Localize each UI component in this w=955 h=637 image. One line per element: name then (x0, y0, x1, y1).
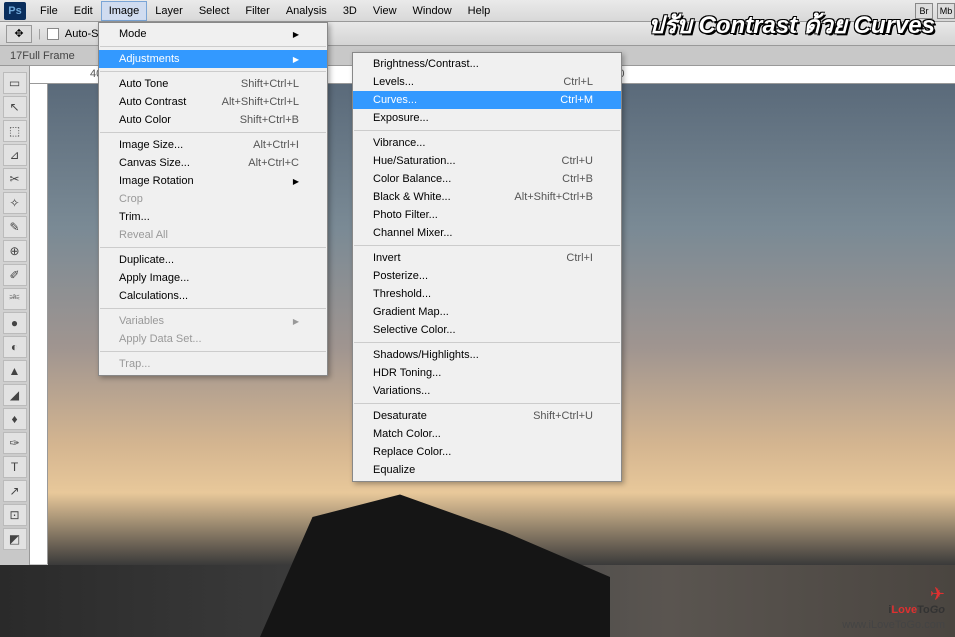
image-menu-item-crop: Crop (99, 190, 327, 208)
tool-17[interactable]: ↗ (3, 480, 27, 502)
image-menu-dropdown: Mode▶Adjustments▶Auto ToneShift+Ctrl+LAu… (98, 22, 328, 376)
adjustments-separator (354, 130, 620, 131)
adjustments-item-equalize[interactable]: Equalize (353, 461, 621, 479)
adjustments-item-desaturate[interactable]: DesaturateShift+Ctrl+U (353, 407, 621, 425)
adjustments-item-invert[interactable]: InvertCtrl+I (353, 249, 621, 267)
tutorial-title-overlay: ปรับ Contrast ด้วย Curves (648, 5, 935, 44)
plane-icon: ✈ (930, 584, 945, 605)
menu-help[interactable]: Help (460, 1, 499, 21)
adjustments-item-levels[interactable]: Levels...Ctrl+L (353, 73, 621, 91)
brand-to: To (917, 604, 930, 616)
menu-select[interactable]: Select (191, 1, 238, 21)
adjustments-item-replace-color[interactable]: Replace Color... (353, 443, 621, 461)
tool-11[interactable]: ◐ (3, 336, 27, 358)
image-menu-item-duplicate[interactable]: Duplicate... (99, 251, 327, 269)
menu-image[interactable]: Image (101, 1, 148, 21)
adjustments-item-posterize[interactable]: Posterize... (353, 267, 621, 285)
tool-14[interactable]: ♦ (3, 408, 27, 430)
app-logo: Ps (4, 2, 26, 20)
auto-select-checkbox[interactable] (47, 28, 59, 40)
adjustments-item-variations[interactable]: Variations... (353, 382, 621, 400)
ruler-vertical (30, 84, 48, 564)
tool-19[interactable]: ◩ (3, 528, 27, 550)
adjustments-item-hdr-toning[interactable]: HDR Toning... (353, 364, 621, 382)
tool-2[interactable]: ⬚ (3, 120, 27, 142)
adjustments-item-channel-mixer[interactable]: Channel Mixer... (353, 224, 621, 242)
tool-4[interactable]: ✂ (3, 168, 27, 190)
menu-3d[interactable]: 3D (335, 1, 365, 21)
menu-edit[interactable]: Edit (66, 1, 101, 21)
adjustments-item-shadows-highlights[interactable]: Shadows/Highlights... (353, 346, 621, 364)
image-menu-item-adjustments[interactable]: Adjustments▶ (99, 50, 327, 68)
tool-5[interactable]: ✧ (3, 192, 27, 214)
tool-9[interactable]: ⎃ (3, 288, 27, 310)
brand-go: Go (930, 604, 945, 616)
adjustments-item-vibrance[interactable]: Vibrance... (353, 134, 621, 152)
tool-15[interactable]: ✑ (3, 432, 27, 454)
image-menu-separator (100, 132, 326, 133)
image-menu-item-calculations[interactable]: Calculations... (99, 287, 327, 305)
adjustments-submenu: Brightness/Contrast...Levels...Ctrl+LCur… (352, 52, 622, 482)
image-menu-item-trim[interactable]: Trim... (99, 208, 327, 226)
image-menu-item-variables: Variables▶ (99, 312, 327, 330)
adjustments-item-exposure[interactable]: Exposure... (353, 109, 621, 127)
image-menu-separator (100, 308, 326, 309)
image-menu-separator (100, 247, 326, 248)
image-menu-item-reveal-all: Reveal All (99, 226, 327, 244)
tool-18[interactable]: ⊡ (3, 504, 27, 526)
minibridge-button[interactable]: Mb (937, 3, 955, 19)
adjustments-item-color-balance[interactable]: Color Balance...Ctrl+B (353, 170, 621, 188)
menu-layer[interactable]: Layer (147, 1, 191, 21)
image-menu-item-canvas-size[interactable]: Canvas Size...Alt+Ctrl+C (99, 154, 327, 172)
menu-analysis[interactable]: Analysis (278, 1, 335, 21)
adjustments-item-curves[interactable]: Curves...Ctrl+M (353, 91, 621, 109)
image-menu-item-auto-contrast[interactable]: Auto ContrastAlt+Shift+Ctrl+L (99, 93, 327, 111)
tools-panel: ▭↖⬚⊿✂✧✎⊕✐⎃●◐▲◢♦✑T↗⊡◩ (0, 66, 30, 565)
adjustments-item-threshold[interactable]: Threshold... (353, 285, 621, 303)
adjustments-item-photo-filter[interactable]: Photo Filter... (353, 206, 621, 224)
adjustments-item-black-white[interactable]: Black & White...Alt+Shift+Ctrl+B (353, 188, 621, 206)
tool-12[interactable]: ▲ (3, 360, 27, 382)
adjustments-item-match-color[interactable]: Match Color... (353, 425, 621, 443)
image-menu-item-trap: Trap... (99, 355, 327, 373)
image-menu-separator (100, 71, 326, 72)
image-menu-item-apply-image[interactable]: Apply Image... (99, 269, 327, 287)
menu-filter[interactable]: Filter (237, 1, 277, 21)
tool-8[interactable]: ✐ (3, 264, 27, 286)
image-menu-item-image-size[interactable]: Image Size...Alt+Ctrl+I (99, 136, 327, 154)
image-menu-separator (100, 46, 326, 47)
watermark: ✈ iLoveToGo www.iLoveToGo.com (842, 596, 945, 631)
tool-7[interactable]: ⊕ (3, 240, 27, 262)
move-tool-indicator[interactable]: ✥ (6, 25, 32, 43)
adjustments-item-gradient-map[interactable]: Gradient Map... (353, 303, 621, 321)
menu-file[interactable]: File (32, 1, 66, 21)
brand-love: Love (891, 604, 917, 616)
adjustments-separator (354, 245, 620, 246)
tool-6[interactable]: ✎ (3, 216, 27, 238)
tool-1[interactable]: ↖ (3, 96, 27, 118)
tool-0[interactable]: ▭ (3, 72, 27, 94)
tool-3[interactable]: ⊿ (3, 144, 27, 166)
image-menu-item-auto-tone[interactable]: Auto ToneShift+Ctrl+L (99, 75, 327, 93)
tool-10[interactable]: ● (3, 312, 27, 334)
image-menu-item-auto-color[interactable]: Auto ColorShift+Ctrl+B (99, 111, 327, 129)
adjustments-item-brightness-contrast[interactable]: Brightness/Contrast... (353, 55, 621, 73)
adjustments-item-hue-saturation[interactable]: Hue/Saturation...Ctrl+U (353, 152, 621, 170)
image-menu-separator (100, 351, 326, 352)
menu-window[interactable]: Window (405, 1, 460, 21)
adjustments-separator (354, 403, 620, 404)
adjustments-item-selective-color[interactable]: Selective Color... (353, 321, 621, 339)
photoshop-window: Ps FileEditImageLayerSelectFilterAnalysi… (0, 0, 955, 565)
watermark-url: www.iLoveToGo.com (842, 619, 945, 631)
tool-16[interactable]: T (3, 456, 27, 478)
adjustments-separator (354, 342, 620, 343)
image-menu-item-apply-data-set: Apply Data Set... (99, 330, 327, 348)
menu-view[interactable]: View (365, 1, 405, 21)
image-menu-item-image-rotation[interactable]: Image Rotation▶ (99, 172, 327, 190)
tool-13[interactable]: ◢ (3, 384, 27, 406)
image-menu-item-mode[interactable]: Mode▶ (99, 25, 327, 43)
